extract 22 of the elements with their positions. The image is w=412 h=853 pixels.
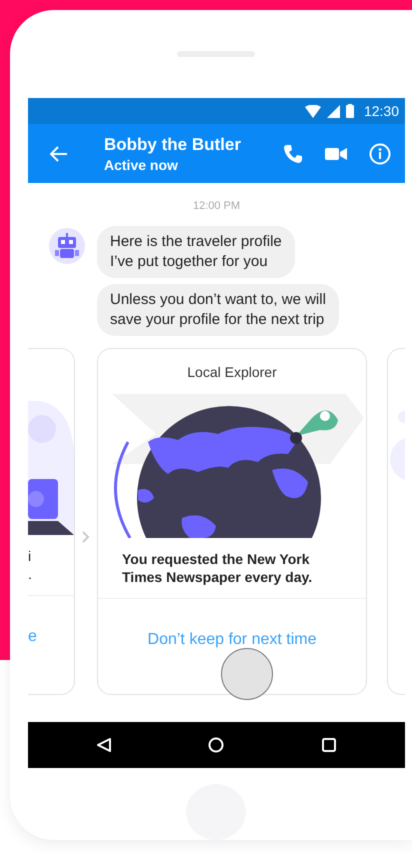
- card-description: You requested the New York Times Newspaper every day.: [121, 550, 314, 587]
- video-camera-icon[interactable]: [325, 146, 347, 160]
- card-description: i .: [28, 547, 33, 584]
- message-bubble: Here is the traveler profile I’ve put together for you: [97, 226, 295, 278]
- phone-icon[interactable]: [283, 144, 303, 164]
- status-time: 12:30: [364, 103, 399, 119]
- carousel-card[interactable]: i . e: [28, 348, 75, 695]
- card-title: Local Explorer: [186, 364, 278, 382]
- home-circle-icon[interactable]: [208, 737, 224, 753]
- wifi-icon: [304, 104, 321, 118]
- back-triangle-icon[interactable]: [96, 737, 112, 753]
- robot-avatar: [49, 228, 85, 264]
- message-bubble: Unless you don’t want to, we will save your profile for the next trip: [97, 284, 339, 336]
- back-arrow-icon[interactable]: [50, 146, 68, 162]
- message-timestamp: 12:00 PM: [192, 200, 240, 212]
- recents-square-icon[interactable]: [320, 737, 337, 753]
- active-status: Active now: [104, 156, 179, 172]
- signal-icon: [326, 104, 340, 118]
- battery-icon: [346, 104, 354, 118]
- carousel-card[interactable]: Local Explorer You requested the New York Times Newspaper every day. Don’t keep for next time: [97, 348, 367, 695]
- info-icon[interactable]: [369, 142, 391, 164]
- contact-name: Bobby the Butler: [104, 134, 242, 154]
